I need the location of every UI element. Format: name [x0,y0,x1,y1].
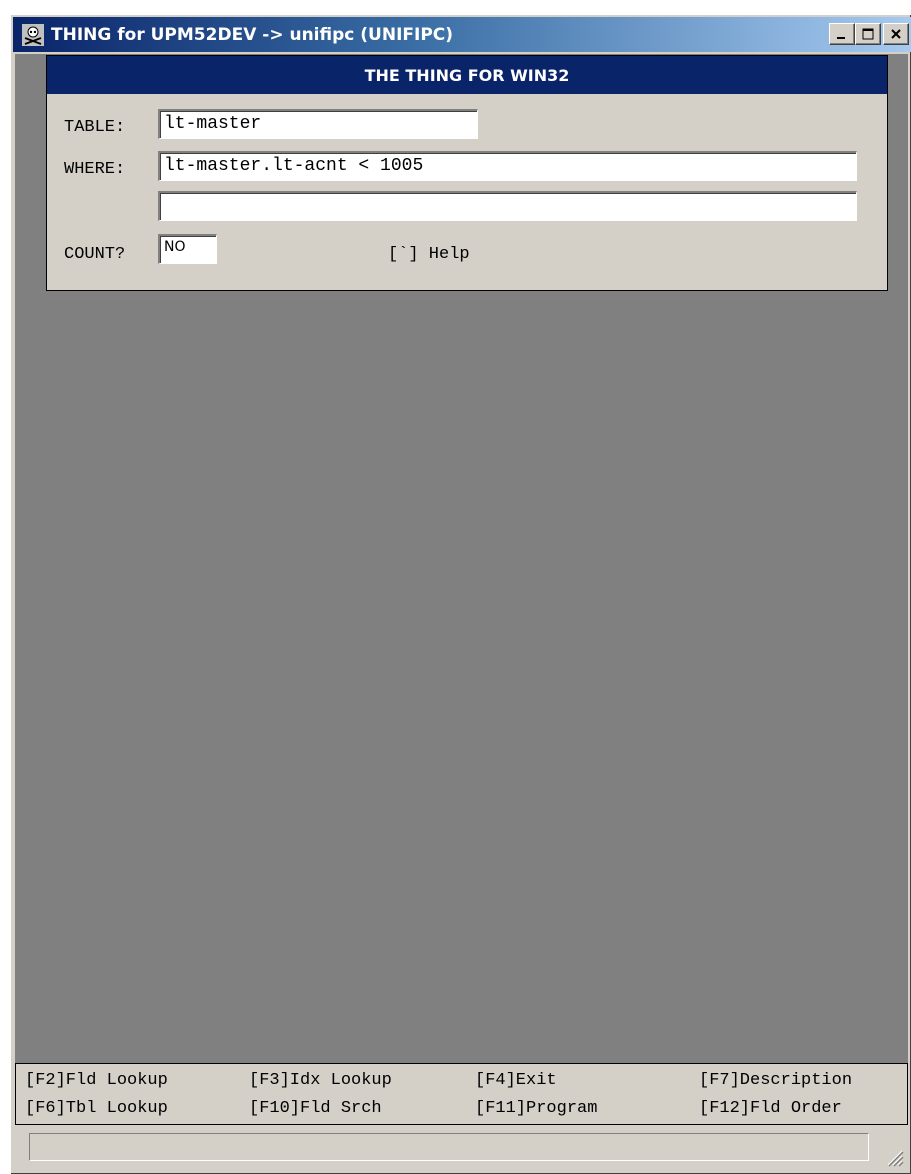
app-window: THING for UPM52DEV -> unifipc (UNIFIPC) … [10,14,911,1174]
close-icon[interactable] [883,23,909,45]
skull-crossbones-icon[interactable] [21,23,45,47]
f3-index-lookup[interactable]: [F3]Idx Lookup [249,1071,392,1090]
status-bar [15,1127,908,1171]
window-title: THING for UPM52DEV -> unifipc (UNIFIPC) [51,24,454,45]
where-label: WHERE: [64,160,126,179]
table-input[interactable]: lt-master [158,109,478,139]
f12-field-order[interactable]: [F12]Fld Order [699,1099,842,1118]
title-bar[interactable]: THING for UPM52DEV -> unifipc (UNIFIPC) [13,17,911,52]
count-label: COUNT? [64,245,126,264]
query-panel: THE THING FOR WIN32 TABLE: lt-master WHE… [46,55,888,291]
f6-table-lookup[interactable]: [F6]Tbl Lookup [25,1099,168,1118]
f10-field-search[interactable]: [F10]Fld Srch [249,1099,382,1118]
title-bar-buttons [829,23,909,45]
resize-grip-icon[interactable] [882,1145,904,1167]
f7-description[interactable]: [F7]Description [699,1071,852,1090]
status-text [29,1133,869,1161]
panel-header: THE THING FOR WIN32 [47,56,887,94]
f4-exit[interactable]: [F4]Exit [475,1071,557,1090]
where-input[interactable]: lt-master.lt-acnt < 1005 [158,151,857,181]
count-input[interactable]: NO [158,234,217,264]
where-input-continuation[interactable] [158,191,857,221]
maximize-icon[interactable] [855,23,881,45]
table-label: TABLE: [64,118,126,137]
minimize-icon[interactable] [829,23,855,45]
function-key-bar: [F2]Fld Lookup [F3]Idx Lookup [F4]Exit [… [15,1063,908,1125]
f11-program[interactable]: [F11]Program [475,1099,597,1118]
help-hint: [`] Help [388,245,470,264]
f2-field-lookup[interactable]: [F2]Fld Lookup [25,1071,168,1090]
client-area: THE THING FOR WIN32 TABLE: lt-master WHE… [15,54,908,1063]
